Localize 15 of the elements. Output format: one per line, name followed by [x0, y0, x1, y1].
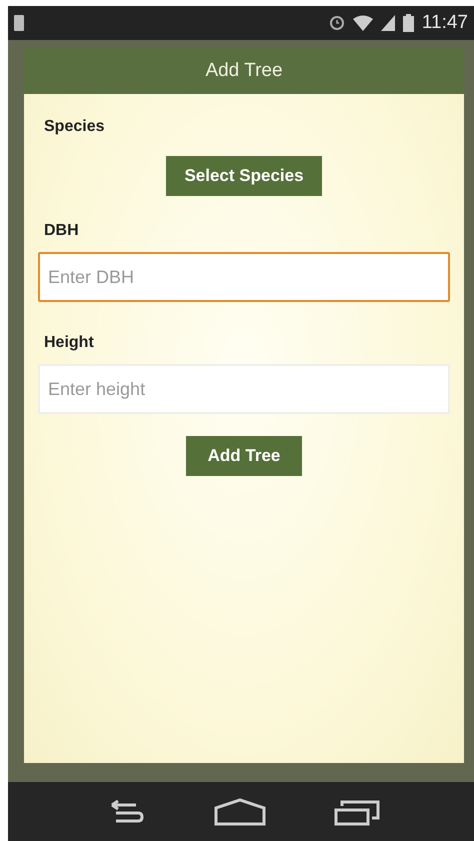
field-label: Height [44, 334, 95, 352]
input-field[interactable]: Enter DBH [38, 252, 450, 302]
clock: 11:47 [422, 12, 468, 34]
field-label: DBH [44, 222, 80, 240]
field-label: Species [44, 118, 106, 136]
add-tree-button[interactable]: Add Tree [186, 436, 302, 476]
recent-apps-icon[interactable] [334, 798, 380, 826]
battery-icon [402, 14, 414, 32]
signal-icon [380, 15, 395, 31]
home-icon[interactable] [212, 798, 267, 826]
dialog-title: Add Tree [24, 48, 464, 94]
wifi-icon [352, 15, 373, 31]
select-species-button[interactable]: Select Species [166, 156, 322, 196]
notification-icon [14, 15, 24, 31]
alarm-icon [328, 15, 345, 31]
